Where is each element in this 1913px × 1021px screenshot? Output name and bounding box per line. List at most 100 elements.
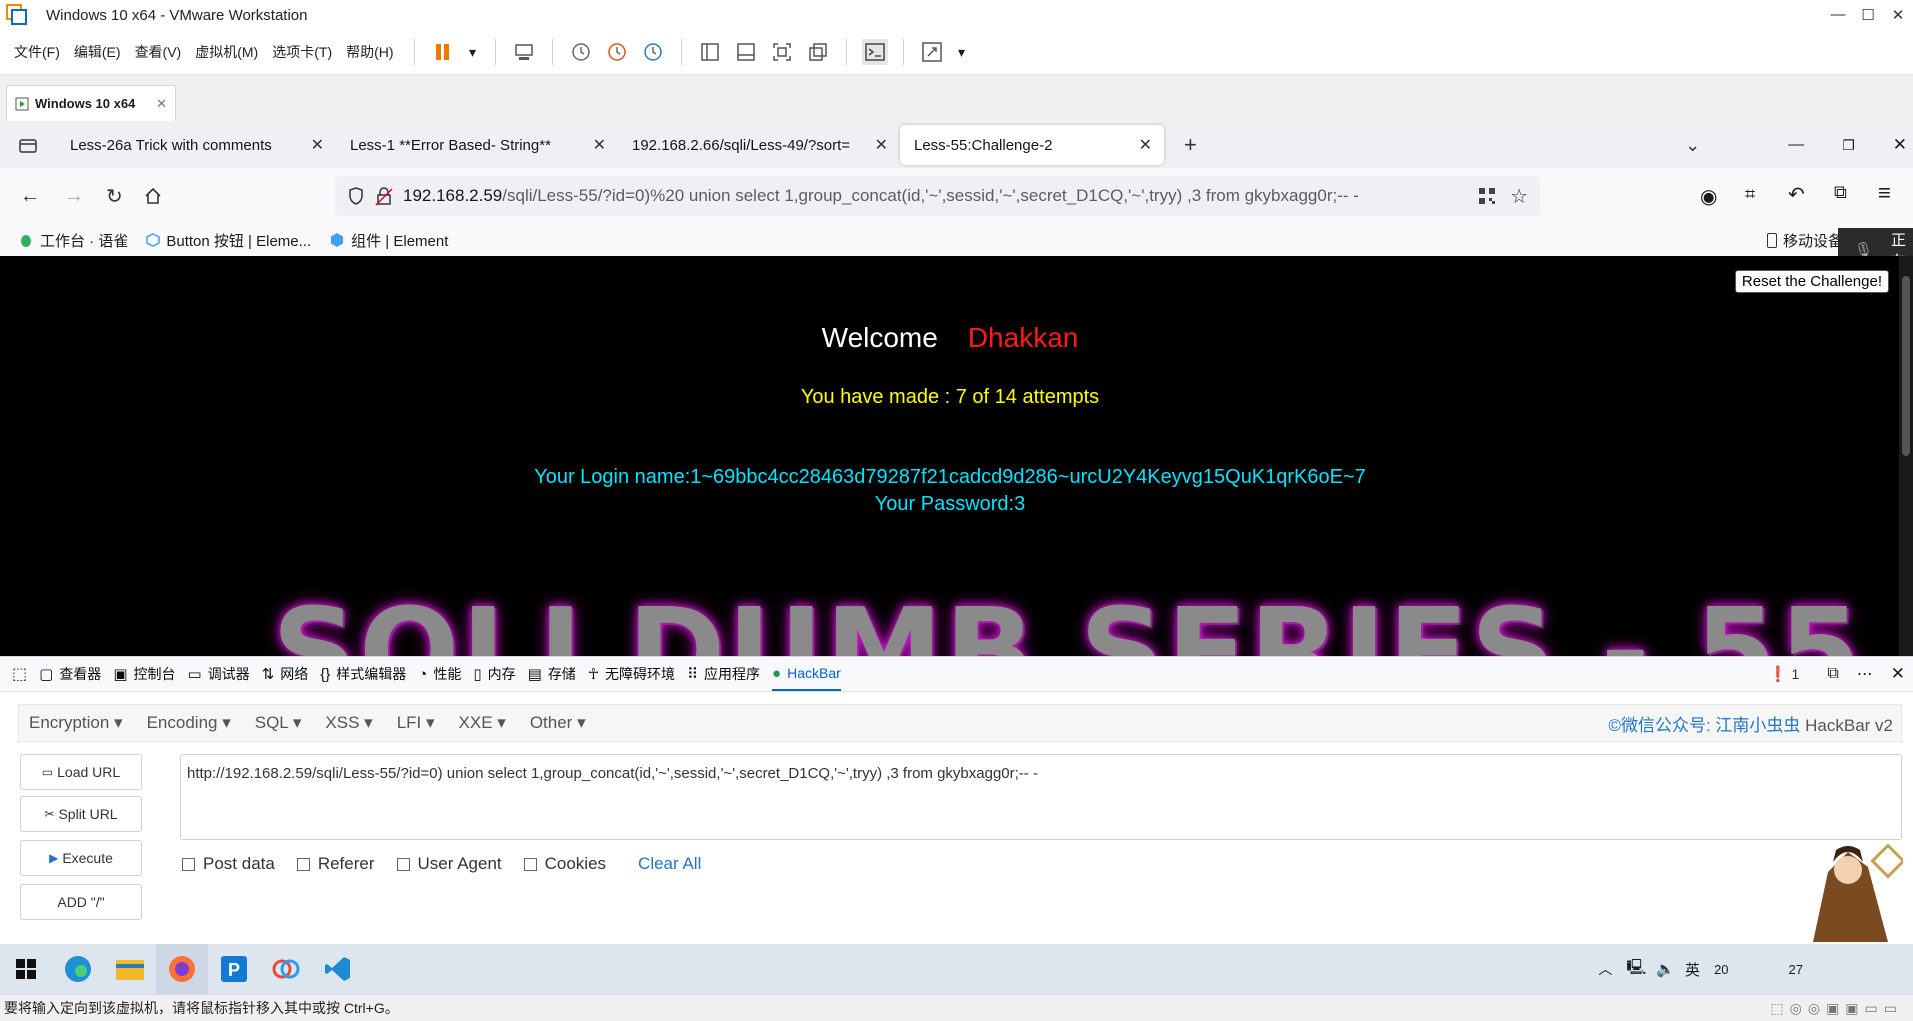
referer-option[interactable]: Referer xyxy=(296,854,375,874)
browser-tab[interactable]: 192.168.2.66/sqli/Less-49/?sort= ✕ xyxy=(618,125,900,165)
menu-help[interactable]: 帮助(H) xyxy=(346,42,393,62)
menu-file[interactable]: 文件(F) xyxy=(14,42,60,62)
unity-icon[interactable] xyxy=(805,39,831,65)
insecure-lock-icon[interactable] xyxy=(375,186,393,206)
close-icon[interactable]: ✕ xyxy=(1893,135,1907,155)
checkbox[interactable] xyxy=(182,857,195,871)
menu-sql[interactable]: SQL ▾ xyxy=(255,713,302,733)
back-icon[interactable]: ← xyxy=(20,185,40,208)
crop-icon[interactable]: ⌗ xyxy=(1745,184,1755,205)
extensions-icon[interactable]: ⧉ xyxy=(1834,182,1847,203)
forward-icon[interactable]: → xyxy=(64,185,84,208)
close-icon[interactable]: ✕ xyxy=(1883,6,1913,24)
cookies-option[interactable]: Cookies xyxy=(523,854,606,874)
chevron-down-icon[interactable]: ▾ xyxy=(955,39,969,65)
tab-overview-icon[interactable] xyxy=(0,136,56,154)
revert-snapshot-icon[interactable] xyxy=(604,39,630,65)
scrollbar-thumb[interactable] xyxy=(1902,276,1910,456)
reload-icon[interactable]: ↻ xyxy=(106,184,123,209)
minimize-icon[interactable]: — xyxy=(1788,136,1804,154)
menu-vm[interactable]: 虚拟机(M) xyxy=(195,42,258,62)
menu-tabs[interactable]: 选项卡(T) xyxy=(272,42,332,62)
devtools-tab-memory[interactable]: ▯ 内存 xyxy=(473,664,515,684)
mobile-bookmarks[interactable]: 移动设备 xyxy=(1766,230,1843,251)
device-status-icons[interactable]: ⬚◎◎▣▣▭▭ xyxy=(1770,1000,1903,1017)
post-data-option[interactable]: Post data xyxy=(182,854,275,874)
devtools-tab-network[interactable]: ⇅ 网络 xyxy=(262,664,309,684)
bookmark-item[interactable]: 组件 | Element xyxy=(329,230,448,251)
new-tab-icon[interactable]: + xyxy=(1184,132,1197,158)
devtools-tab-application[interactable]: ⠿ 应用程序 xyxy=(687,664,760,684)
clear-all-link[interactable]: Clear All xyxy=(638,854,701,874)
fullscreen-icon[interactable] xyxy=(769,39,795,65)
file-explorer-app[interactable] xyxy=(104,944,156,994)
checkbox[interactable] xyxy=(396,857,410,871)
volume-icon[interactable]: 🔈 xyxy=(1656,960,1675,978)
list-tabs-icon[interactable]: ⌄ xyxy=(1685,135,1700,156)
thumbnail-layout-icon[interactable] xyxy=(733,39,759,65)
undo-icon[interactable]: ↶ xyxy=(1788,182,1805,207)
url-bar[interactable]: 192.168.2.59 /sqli/Less-55/?id=0)%20 uni… xyxy=(335,176,1540,216)
pick-element-icon[interactable]: ⬚ xyxy=(12,664,27,684)
devtools-tab-style-editor[interactable]: {} 样式编辑器 xyxy=(320,664,406,684)
split-url-button[interactable]: ✂ Split URL xyxy=(20,796,142,832)
checkbox[interactable] xyxy=(296,857,310,871)
user-agent-option[interactable]: User Agent xyxy=(396,854,502,874)
close-icon[interactable]: ✕ xyxy=(311,135,324,155)
browser-tab[interactable]: Less-26a Trick with comments ✕ xyxy=(56,125,336,165)
restore-icon[interactable]: ❐ xyxy=(1842,137,1855,154)
vscode-app[interactable] xyxy=(312,944,364,994)
checkbox[interactable] xyxy=(523,857,537,871)
devtools-tab-debugger[interactable]: ▭ 调试器 xyxy=(188,664,250,684)
devtools-tab-inspector[interactable]: ▢ 查看器 xyxy=(39,664,101,684)
account-icon[interactable]: ◉ xyxy=(1700,184,1717,209)
chevron-down-icon[interactable]: ▾ xyxy=(466,39,480,65)
bookmark-item[interactable]: Button 按钮 | Eleme... xyxy=(146,230,311,251)
minimize-icon[interactable]: — xyxy=(1823,6,1853,24)
snapshot-manager-icon[interactable] xyxy=(640,39,666,65)
start-button[interactable] xyxy=(0,944,52,994)
more-options-icon[interactable]: ⋯ xyxy=(1857,664,1873,684)
show-hidden-icons-icon[interactable]: ︿ xyxy=(1598,959,1612,979)
home-icon[interactable] xyxy=(143,186,163,206)
page-scrollbar[interactable] xyxy=(1899,256,1913,656)
menu-xxe[interactable]: XXE ▾ xyxy=(459,713,506,733)
devtools-tab-storage[interactable]: ▤ 存储 xyxy=(528,664,576,684)
colorful-app[interactable] xyxy=(260,944,312,994)
clock-time[interactable]: 27 xyxy=(1789,962,1803,977)
bookmark-star-icon[interactable]: ☆ xyxy=(1510,184,1528,209)
stretch-icon[interactable] xyxy=(919,39,945,65)
firefox-app[interactable] xyxy=(156,944,208,994)
menu-icon[interactable]: ≡ xyxy=(1878,180,1891,206)
qr-code-icon[interactable] xyxy=(1478,187,1496,205)
devtools-tab-performance[interactable]: ◔ 性能 xyxy=(418,664,461,684)
edge-app[interactable] xyxy=(52,944,104,994)
network-status-icon[interactable]: 🖳 xyxy=(1626,957,1646,982)
add-slash-button[interactable]: ADD "/" xyxy=(20,884,142,920)
devtools-tab-console[interactable]: ▣ 控制台 xyxy=(113,664,175,684)
snapshot-icon[interactable] xyxy=(568,39,594,65)
maximize-icon[interactable]: ☐ xyxy=(1853,6,1883,24)
console-view-icon[interactable] xyxy=(861,39,888,65)
hackbar-url-textarea[interactable]: http://192.168.2.59/sqli/Less-55/?id=0) … xyxy=(180,754,1902,840)
execute-button[interactable]: ▶ Execute xyxy=(20,840,142,876)
dock-icon[interactable]: ⧉ xyxy=(1827,665,1838,683)
close-icon[interactable]: ✕ xyxy=(875,135,888,155)
browser-tab-active[interactable]: Less-55:Challenge-2 ✕ xyxy=(900,125,1164,165)
p-app[interactable]: P xyxy=(208,944,260,994)
devtools-tab-accessibility[interactable]: ☥ 无障碍环境 xyxy=(588,664,675,684)
input-language[interactable]: 英 xyxy=(1685,959,1700,980)
clock-date[interactable]: 20 xyxy=(1714,962,1728,977)
close-icon[interactable]: ✕ xyxy=(593,135,606,155)
pause-icon[interactable] xyxy=(430,39,456,65)
menu-xss[interactable]: XSS ▾ xyxy=(325,713,372,733)
vm-tab[interactable]: Windows 10 x64 ✕ xyxy=(6,85,176,121)
close-icon[interactable]: ✕ xyxy=(1139,135,1152,155)
sidebar-layout-icon[interactable] xyxy=(697,39,723,65)
menu-edit[interactable]: 编辑(E) xyxy=(74,42,121,62)
menu-lfi[interactable]: LFI ▾ xyxy=(397,713,435,733)
menu-encoding[interactable]: Encoding ▾ xyxy=(147,713,231,733)
browser-tab[interactable]: Less-1 **Error Based- String** ✕ xyxy=(336,125,618,165)
menu-other[interactable]: Other ▾ xyxy=(530,713,586,733)
menu-encryption[interactable]: Encryption ▾ xyxy=(29,713,123,733)
